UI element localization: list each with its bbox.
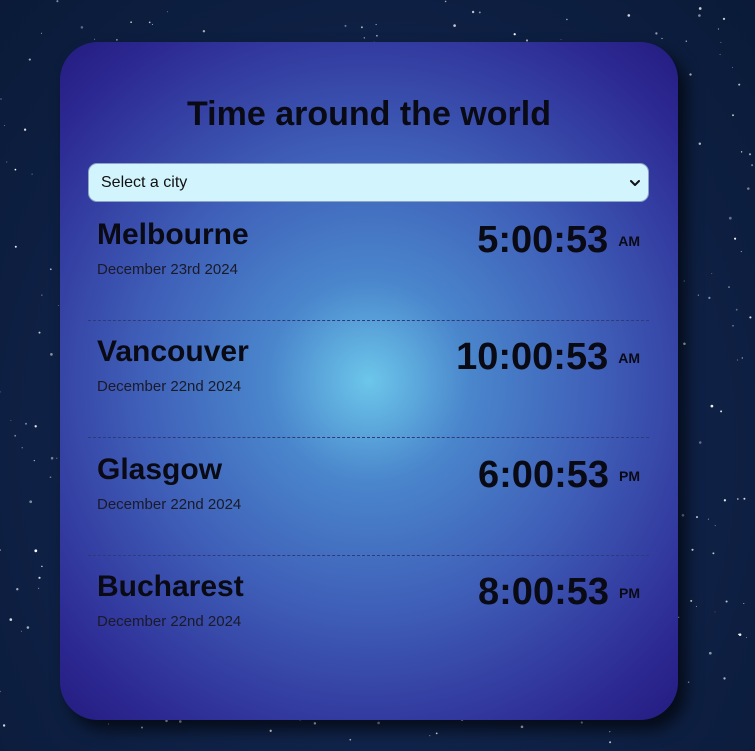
city-date: December 22nd 2024	[97, 496, 242, 513]
time-value: 8:00:53	[478, 571, 609, 613]
city-name: Melbourne	[97, 218, 249, 251]
world-clock-card: Time around the world Select a city Melb…	[60, 42, 678, 720]
city-name: Vancouver	[97, 335, 249, 368]
page-title: Time around the world	[187, 95, 551, 133]
city-name: Bucharest	[97, 570, 244, 603]
city-date: December 23rd 2024	[97, 261, 238, 278]
city-time: 10:00:53 AM	[456, 335, 640, 379]
time-value: 6:00:53	[478, 454, 609, 496]
time-value: 5:00:53	[477, 219, 609, 261]
city-time: 6:00:53 PM	[478, 453, 640, 497]
city-select[interactable]: Select a city	[88, 163, 649, 202]
city-row-vancouver: Vancouver December 22nd 2024 10:00:53 AM	[88, 321, 649, 438]
city-name: Glasgow	[97, 453, 223, 486]
city-date: December 22nd 2024	[97, 613, 242, 630]
city-row-bucharest: Bucharest December 22nd 2024 8:00:53 PM	[88, 556, 649, 673]
chevron-down-icon	[630, 180, 640, 186]
city-date: December 22nd 2024	[97, 378, 242, 395]
city-time: 5:00:53 AM	[477, 218, 640, 262]
time-ampm: AM	[618, 233, 640, 249]
city-row-melbourne: Melbourne December 23rd 2024 5:00:53 AM	[88, 204, 649, 321]
city-select-value: Select a city	[101, 174, 188, 191]
city-row-glasgow: Glasgow December 22nd 2024 6:00:53 PM	[88, 439, 649, 556]
time-value: 10:00:53	[456, 336, 609, 378]
time-ampm: AM	[618, 350, 640, 366]
time-ampm: PM	[619, 585, 640, 601]
city-time: 8:00:53 PM	[478, 570, 640, 614]
time-ampm: PM	[619, 468, 640, 484]
